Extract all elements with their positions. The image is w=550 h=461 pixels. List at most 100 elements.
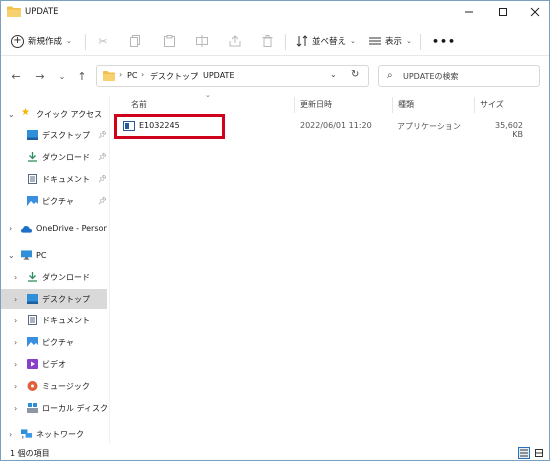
column-divider[interactable] [294, 97, 295, 113]
close-button[interactable] [519, 1, 550, 23]
music-icon [27, 381, 38, 391]
pin-icon[interactable]: 📌︎ [98, 197, 107, 205]
forward-arrow-icon[interactable]: → [33, 69, 47, 83]
new-button[interactable]: + 新規作成 ⌄ [11, 32, 72, 50]
pictures-icon [27, 337, 38, 347]
more-options-button[interactable]: ••• [432, 35, 456, 48]
breadcrumb-separator-icon: › [195, 70, 199, 79]
column-divider[interactable] [392, 97, 393, 113]
sidebar-item-label: ダウンロード [42, 152, 90, 162]
sidebar-item-pictures[interactable]: › ピクチャ [1, 332, 107, 352]
chevron-down-icon: ⌄ [66, 37, 72, 45]
back-arrow-icon[interactable]: ← [9, 69, 23, 83]
pane-divider[interactable] [109, 95, 110, 443]
sidebar-item-label: OneDrive - Personal [36, 223, 107, 233]
sidebar-item-documents[interactable]: › ドキュメント [1, 310, 107, 330]
chevron-right-icon: › [14, 381, 18, 391]
chevron-right-icon: › [14, 359, 18, 369]
window-title: UPDATE [25, 7, 59, 17]
pin-icon[interactable]: 📌︎ [98, 175, 107, 183]
sidebar-item-label: クイック アクセス [36, 109, 103, 119]
copy-icon[interactable] [128, 34, 142, 48]
column-header-type[interactable]: 種類 [398, 99, 414, 113]
sidebar-item-music[interactable]: › ミュージック [1, 376, 107, 396]
sidebar-item-downloads-pinned[interactable]: ダウンロード 📌︎ [1, 147, 107, 167]
sidebar-item-pictures-pinned[interactable]: ピクチャ 📌︎ [1, 191, 107, 211]
breadcrumb-pc[interactable]: PC [127, 71, 137, 80]
file-type: アプリケーション [397, 122, 461, 131]
sidebar-item-label: ミュージック [42, 381, 90, 391]
chevron-down-icon: ⌄ [8, 250, 15, 260]
sidebar-item-videos[interactable]: › ビデオ [1, 354, 107, 374]
view-button[interactable]: 表示 ⌄ [369, 34, 412, 48]
maximize-button[interactable] [487, 1, 519, 23]
search-input[interactable] [403, 69, 533, 83]
share-icon[interactable] [228, 34, 242, 48]
sidebar-item-onedrive[interactable]: › OneDrive - Personal [1, 218, 107, 238]
command-bar: + 新規作成 ⌄ ✂ 並べ替え ⌄ 表示 ⌄ ••• [1, 26, 549, 56]
sidebar-item-label: PC [36, 250, 47, 260]
chevron-right-icon: › [14, 272, 18, 282]
tiles-view-button[interactable] [533, 447, 545, 459]
close-icon [530, 7, 540, 17]
paste-icon[interactable] [162, 34, 176, 48]
file-date: 2022/06/01 11:20 [300, 121, 372, 130]
breadcrumb-update[interactable]: UPDATE [203, 71, 235, 80]
address-bar[interactable]: › PC › デスクトップ › UPDATE ⌄ ↻ [96, 65, 369, 87]
chevron-right-icon: › [9, 429, 13, 439]
breadcrumb-desktop[interactable]: デスクトップ [150, 71, 198, 82]
sidebar-item-desktop-pinned[interactable]: デスクトップ 📌︎ [1, 125, 107, 145]
details-view-button[interactable] [518, 447, 530, 459]
folder-icon [7, 6, 21, 17]
search-icon: ⌕ [387, 70, 393, 81]
breadcrumb-separator-icon: › [119, 70, 123, 79]
title-bar: UPDATE [1, 1, 549, 23]
sidebar-item-label: デスクトップ [42, 294, 90, 304]
sidebar-item-label: デスクトップ [42, 130, 90, 140]
details-view-icon [520, 449, 528, 457]
sidebar-item-pc[interactable]: ⌄ PC [1, 245, 107, 265]
column-divider[interactable] [474, 97, 475, 113]
sidebar-item-label: ダウンロード [42, 272, 90, 282]
address-dropdown-icon[interactable]: ⌄ [330, 70, 337, 79]
rename-icon[interactable] [195, 34, 209, 48]
cut-icon[interactable]: ✂ [96, 34, 110, 48]
pin-icon[interactable]: 📌︎ [98, 131, 107, 139]
pin-icon[interactable]: 📌︎ [98, 153, 107, 161]
column-header-name[interactable]: 名前 [131, 99, 147, 113]
sort-button-label: 並べ替え [312, 37, 347, 47]
sidebar-item-documents-pinned[interactable]: ドキュメント 📌︎ [1, 169, 107, 189]
search-box[interactable]: ⌕ [378, 65, 540, 87]
column-header-date[interactable]: 更新日時 [300, 99, 332, 113]
minimize-button[interactable] [453, 1, 485, 23]
chevron-down-icon: ⌄ [406, 37, 412, 45]
maximize-icon [499, 8, 507, 16]
sidebar-item-quick-access[interactable]: ⌄ ★ クイック アクセス [1, 104, 107, 124]
divider [285, 34, 286, 50]
delete-icon[interactable] [260, 34, 274, 48]
sidebar-item-desktop[interactable]: › デスクトップ [1, 289, 107, 309]
star-icon: ★ [21, 107, 30, 118]
download-icon [28, 152, 37, 162]
sidebar-item-label: ドキュメント [42, 174, 90, 184]
chevron-right-icon: › [14, 337, 18, 347]
up-arrow-icon[interactable]: ↑ [75, 69, 89, 83]
minimize-icon [465, 11, 473, 13]
column-header-size[interactable]: サイズ [480, 99, 504, 113]
pictures-icon [27, 196, 38, 206]
sidebar-item-downloads[interactable]: › ダウンロード [1, 267, 107, 287]
sidebar-item-network[interactable]: › ネットワーク [1, 424, 107, 444]
chevron-down-icon: ⌄ [8, 109, 15, 119]
sidebar-item-local-disk[interactable]: › ローカル ディスク (C:) [1, 398, 107, 418]
view-button-label: 表示 [385, 37, 403, 47]
sort-button[interactable]: 並べ替え ⌄ [296, 34, 356, 48]
chevron-right-icon: › [9, 223, 13, 233]
chevron-right-icon: › [14, 315, 18, 325]
refresh-icon[interactable]: ↻ [351, 69, 359, 80]
explorer-window: UPDATE + 新規作成 ⌄ ✂ 並べ替え ⌄ 表示 ⌄ ••• ← → ⌄ … [0, 0, 550, 461]
recent-locations-chevron-icon[interactable]: ⌄ [55, 69, 69, 83]
desktop-icon [27, 294, 38, 304]
chevron-down-icon: ⌄ [350, 37, 356, 45]
sidebar-item-label: ネットワーク [36, 429, 84, 439]
status-bar: 1 個の項目 [1, 444, 549, 460]
